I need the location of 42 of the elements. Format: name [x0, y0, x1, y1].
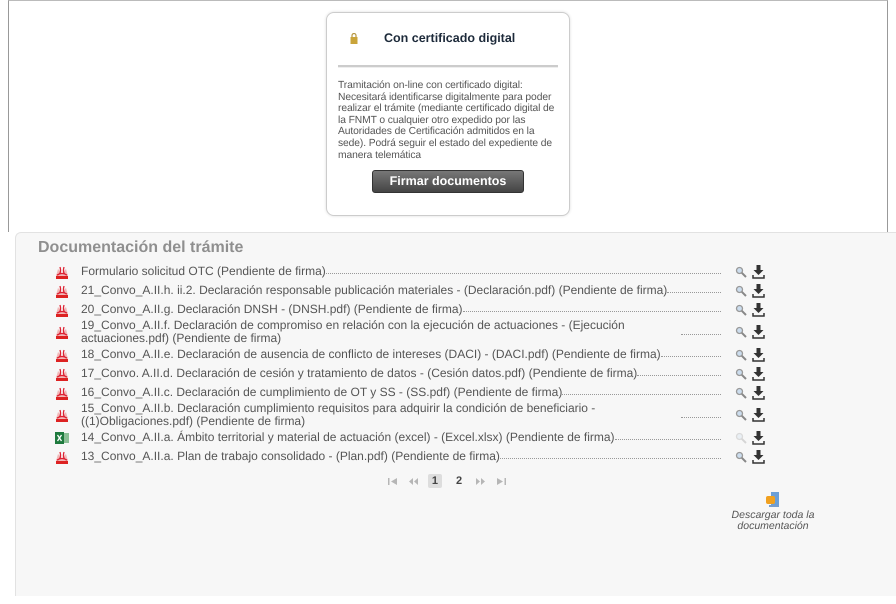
download-icon[interactable]: [752, 264, 765, 278]
sign-documents-button[interactable]: Firmar documentos: [372, 170, 524, 194]
search-icon[interactable]: [735, 368, 747, 380]
download-icon[interactable]: [752, 430, 765, 444]
section-title: Documentación del trámite: [38, 239, 244, 257]
download-all-link[interactable]: Descargar toda la documentación: [718, 510, 828, 532]
document-link[interactable]: 18_Convo_A.II.e. Declaración de ausencia de conflicto de intereses (DACI) - (DACI.pdf) (Pendiente de firma): [81, 348, 661, 361]
download-icon[interactable]: [752, 386, 765, 400]
padlock-icon: [350, 32, 358, 44]
download-icon[interactable]: [752, 366, 765, 380]
page-link[interactable]: 1: [428, 474, 442, 488]
search-icon[interactable]: [735, 409, 747, 421]
document-link[interactable]: 13_Convo_A.II.a. Plan de trabajo consolidado - (Plan.pdf) (Pendiente de firma): [81, 450, 500, 463]
download-icon[interactable]: [752, 408, 765, 422]
search-icon[interactable]: [735, 304, 747, 316]
last-page-icon[interactable]: [496, 478, 506, 484]
first-page-icon[interactable]: [388, 478, 398, 484]
download-all-icon: [766, 492, 780, 508]
document-link[interactable]: 21_Convo_A.II.h. ii.2. Declaración responsable publicación materiales - (Declaración.pdf) (Pendiente de firma): [81, 284, 668, 297]
document-link[interactable]: Formulario solicitud OTC (Pendiente de firma): [81, 265, 326, 278]
document-link[interactable]: 17_Convo. A.II.d. Declaración de cesión y tratamiento de datos - (Cesión datos.pdf) (Pendiente de firma): [81, 367, 638, 380]
card-title: Con certificado digital: [384, 31, 516, 45]
search-icon[interactable]: [735, 326, 747, 338]
previous-page-icon[interactable]: [408, 478, 418, 484]
download-icon[interactable]: [752, 325, 765, 339]
next-page-icon[interactable]: [476, 478, 486, 484]
search-icon[interactable]: [735, 284, 747, 296]
search-icon[interactable]: [735, 386, 747, 398]
document-link[interactable]: 19_Convo_A.II.f. Declaración de compromiso en relación con la ejecución de actuaciones - (Ejecución actuaciones.pdf) (Pendiente de firma): [81, 319, 681, 345]
document-link[interactable]: 14_Convo_A.II.a. Ámbito territorial y material de actuación (excel) - (Excel.xlsx) (Pendiente de firma): [81, 431, 615, 444]
document-link[interactable]: 15_Convo_A.II.b. Declaración cumplimiento requisitos para adquirir la condición de beneficiario - ((1)Obligaciones.pdf) (Pendiente de firma): [81, 402, 681, 428]
search-icon[interactable]: [735, 266, 747, 278]
download-icon[interactable]: [752, 450, 765, 464]
card-description: Tramitación on-line con certificado digital: Necesitará identificarse digitalmente para poder realizar el trámite (mediante certificado digital de la FNMT o cualquier otro expedido por las Autoridades de Certificación admitidos en la sede). Podrá seguir el estado del expediente de manera telemática: [338, 80, 556, 162]
download-icon[interactable]: [752, 284, 765, 298]
search-icon[interactable]: [735, 450, 747, 462]
download-icon[interactable]: [752, 348, 765, 362]
search-icon[interactable]: [735, 348, 747, 360]
document-link[interactable]: 20_Convo_A.II.g. Declaración DNSH - (DNSH.pdf) (Pendiente de firma): [81, 303, 462, 316]
page-link[interactable]: 2: [452, 474, 466, 488]
document-link[interactable]: 16_Convo_A.II.c. Declaración de cumplimiento de OT y SS - (SS.pdf) (Pendiente de firma): [81, 386, 562, 399]
download-icon[interactable]: [752, 302, 765, 316]
